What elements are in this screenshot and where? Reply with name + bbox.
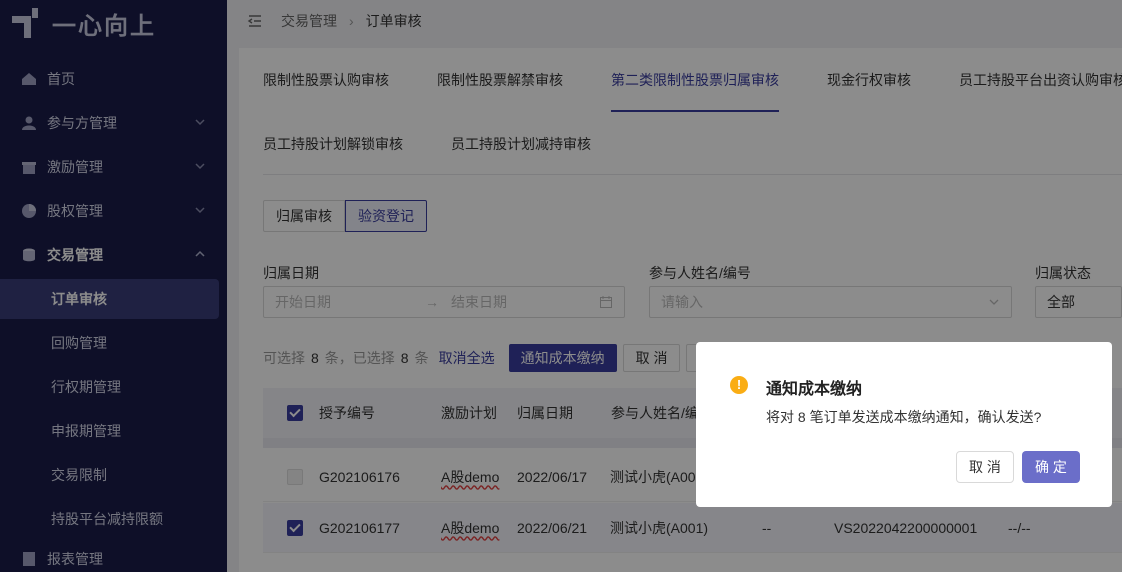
warning-icon: ! <box>730 376 748 394</box>
dialog-message: 将对 8 笔订单发送成本缴纳通知，确认发送? <box>766 409 1042 425</box>
dialog-title: 通知成本缴纳 <box>766 381 863 398</box>
confirm-dialog: ! 通知成本缴纳 将对 8 笔订单发送成本缴纳通知，确认发送? 取 消 确 定 <box>696 342 1112 507</box>
dialog-cancel-button[interactable]: 取 消 <box>956 451 1014 483</box>
dialog-confirm-button[interactable]: 确 定 <box>1022 451 1080 483</box>
